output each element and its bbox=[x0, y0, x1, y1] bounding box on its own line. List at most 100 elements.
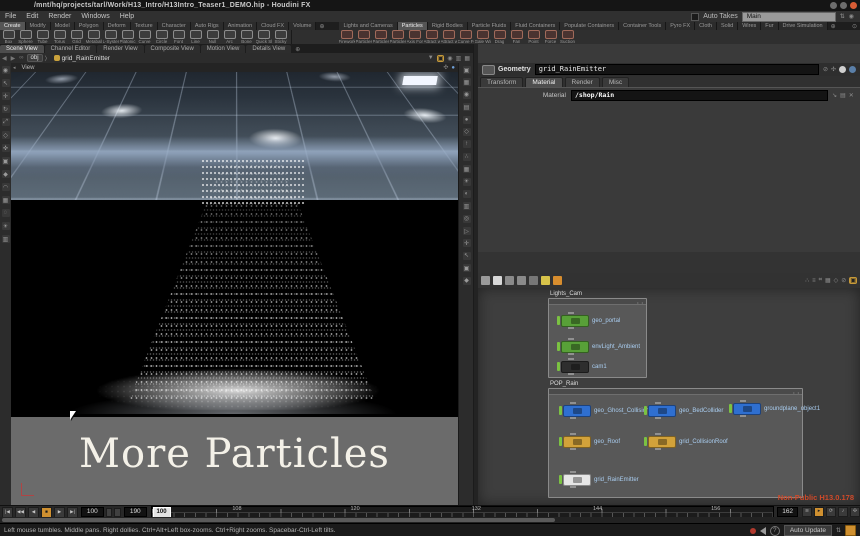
shelf-tab[interactable]: Fur bbox=[761, 22, 778, 30]
take-selector[interactable]: Main bbox=[742, 12, 836, 22]
search-icon[interactable]: ⊘ bbox=[823, 66, 828, 73]
shelf-tab[interactable]: Create bbox=[0, 22, 26, 30]
shelf-tool[interactable]: Sticky bbox=[272, 30, 289, 44]
shelf-tool[interactable]: Null bbox=[204, 30, 221, 44]
back-icon[interactable]: ◀ bbox=[0, 55, 9, 62]
shelf-tool[interactable]: Box bbox=[0, 30, 17, 44]
shelf-options-icon[interactable]: ⊙ bbox=[849, 23, 860, 30]
edit-tool-icon[interactable]: ▣ bbox=[2, 157, 10, 165]
shelf-tool[interactable]: Point bbox=[525, 30, 542, 44]
network-box[interactable]: Lights_Cam • • geo_portal bbox=[548, 298, 647, 378]
shelf-tool[interactable]: Bone bbox=[238, 30, 255, 44]
bypass-flags-icon[interactable] bbox=[529, 276, 538, 285]
shelf-tab[interactable]: Animation bbox=[224, 22, 257, 30]
shelf-tool[interactable]: Axis Force bbox=[406, 30, 423, 44]
scale-tool-icon[interactable]: ⤢ bbox=[2, 118, 10, 126]
node-body[interactable] bbox=[733, 403, 761, 415]
menu-item[interactable]: Windows bbox=[76, 13, 114, 20]
param-tab[interactable]: Transform bbox=[480, 77, 523, 87]
error-indicator-icon[interactable] bbox=[750, 528, 756, 534]
param-tab[interactable]: Render bbox=[565, 77, 600, 87]
range-end-field[interactable]: 190 bbox=[124, 507, 147, 517]
shelf-tool[interactable]: Torus bbox=[51, 30, 68, 44]
geo_portal[interactable]: geo_portal bbox=[557, 315, 620, 326]
node-input-connector[interactable] bbox=[568, 338, 574, 340]
viewport-options-icon[interactable]: ✣ bbox=[443, 64, 448, 71]
link-icon[interactable]: ∞ bbox=[17, 55, 25, 61]
shadows-icon[interactable]: ◐ bbox=[463, 190, 471, 198]
paint-tool-icon[interactable]: ◆ bbox=[2, 170, 10, 178]
visible-range-end-field[interactable]: 162 bbox=[777, 507, 798, 517]
node-input-connector[interactable] bbox=[570, 433, 576, 435]
pin-pane-icon[interactable]: ▣ bbox=[437, 55, 445, 62]
net-layout-icon[interactable]: ⌗ bbox=[819, 277, 822, 284]
material-path-field[interactable]: /shop/Rain bbox=[571, 90, 828, 101]
loop-mode-icon[interactable]: ⟳ bbox=[826, 507, 836, 517]
cook-mode-icon[interactable] bbox=[845, 525, 856, 536]
param-tab[interactable]: Material bbox=[525, 77, 562, 87]
node-display-flag[interactable] bbox=[644, 437, 647, 446]
shelf-tab[interactable]: Texture bbox=[131, 22, 158, 30]
clear-icon[interactable]: ✕ bbox=[849, 92, 854, 99]
path-dropdown-icon[interactable]: ▼ bbox=[428, 55, 434, 61]
flipbook-icon[interactable]: ▷ bbox=[463, 227, 471, 235]
shelf-tab[interactable]: Auto Rigs bbox=[191, 22, 224, 30]
prev-keyframe-button[interactable]: ◀◀ bbox=[15, 507, 26, 518]
shelf-tool[interactable]: Drag bbox=[491, 30, 508, 44]
shelf-tool[interactable]: Particles fr bbox=[372, 30, 389, 44]
range-lock-icon[interactable] bbox=[106, 508, 113, 517]
shelf-tool[interactable]: Line bbox=[187, 30, 204, 44]
node-input-connector[interactable] bbox=[655, 433, 661, 435]
shelf-tab[interactable]: Solid bbox=[717, 22, 738, 30]
shelf-tool[interactable]: Grid bbox=[68, 30, 85, 44]
maximize-button[interactable] bbox=[840, 2, 847, 9]
groundplane_object1[interactable]: groundplane_object1 bbox=[729, 403, 820, 414]
menu-item[interactable]: Edit bbox=[21, 13, 43, 20]
shelf-tab[interactable]: Populate Containers bbox=[560, 22, 619, 30]
node-display-flag[interactable] bbox=[644, 406, 647, 415]
pinned-icon[interactable] bbox=[553, 276, 562, 285]
shelf-tool[interactable]: Curve bbox=[136, 30, 153, 44]
minimize-button[interactable] bbox=[830, 2, 837, 9]
node-input-connector[interactable] bbox=[570, 471, 576, 473]
camera-view-icon[interactable]: ◉ bbox=[463, 91, 471, 99]
shelf-tab[interactable]: Cloth bbox=[695, 22, 717, 30]
shelf-tool[interactable]: Force bbox=[542, 30, 559, 44]
current-frame-field[interactable]: 100 bbox=[81, 507, 104, 517]
take-spinner-icon[interactable]: ⇅ bbox=[840, 13, 845, 20]
grid_RainEmitter[interactable]: grid_RainEmitter bbox=[559, 474, 639, 485]
node-output-connector[interactable] bbox=[655, 417, 661, 419]
realtime-toggle-icon[interactable]: ▸ bbox=[814, 507, 824, 517]
op-pick-icon[interactable]: ↘ bbox=[832, 92, 837, 99]
node-body[interactable] bbox=[648, 405, 676, 417]
snapshot-icon[interactable]: ◎ bbox=[463, 215, 471, 223]
key-tool-icon[interactable]: ◌ bbox=[2, 209, 10, 217]
node-input-connector[interactable] bbox=[570, 402, 576, 404]
sculpt-tool-icon[interactable]: ◠ bbox=[2, 183, 10, 191]
network-box-header[interactable]: • • bbox=[549, 389, 802, 395]
shelf-tab[interactable]: Wires bbox=[738, 22, 761, 30]
node-display-flag[interactable] bbox=[559, 437, 562, 446]
close-button[interactable] bbox=[850, 2, 857, 9]
shelf-tool[interactable]: Sphere bbox=[17, 30, 34, 44]
layout-quad-icon[interactable]: ▦ bbox=[463, 78, 471, 86]
audio-mute-icon[interactable] bbox=[760, 527, 766, 535]
gear-icon[interactable]: ✣ bbox=[831, 66, 836, 73]
takes-menu-icon[interactable]: ◉ bbox=[849, 13, 854, 20]
misc-tool-icon[interactable]: ▥ bbox=[2, 235, 10, 243]
pose-tool-icon[interactable]: ◇ bbox=[2, 131, 10, 139]
node-input-connector[interactable] bbox=[655, 402, 661, 404]
pane-tab[interactable]: Details View bbox=[246, 45, 291, 53]
node-output-connector[interactable] bbox=[568, 373, 574, 375]
geo_BedCollider[interactable]: geo_BedCollider bbox=[644, 405, 723, 416]
shelf-tool[interactable]: Gale Wind bbox=[474, 30, 491, 44]
forward-icon[interactable]: ▶ bbox=[9, 55, 18, 62]
shelf-tool[interactable]: Arc bbox=[221, 30, 238, 44]
collapse-icon[interactable]: ◂ bbox=[13, 65, 16, 71]
shelf-tab[interactable]: Pyro FX bbox=[666, 22, 695, 30]
audio-panel-icon[interactable]: ♪ bbox=[838, 507, 848, 517]
net-align-icon[interactable]: ≡ bbox=[812, 278, 816, 284]
grid_CollisionRoof[interactable]: grid_CollisionRoof bbox=[644, 436, 728, 447]
camera-icon[interactable]: ◉ bbox=[447, 55, 452, 62]
shelf-tab[interactable]: Polygon bbox=[75, 22, 104, 30]
